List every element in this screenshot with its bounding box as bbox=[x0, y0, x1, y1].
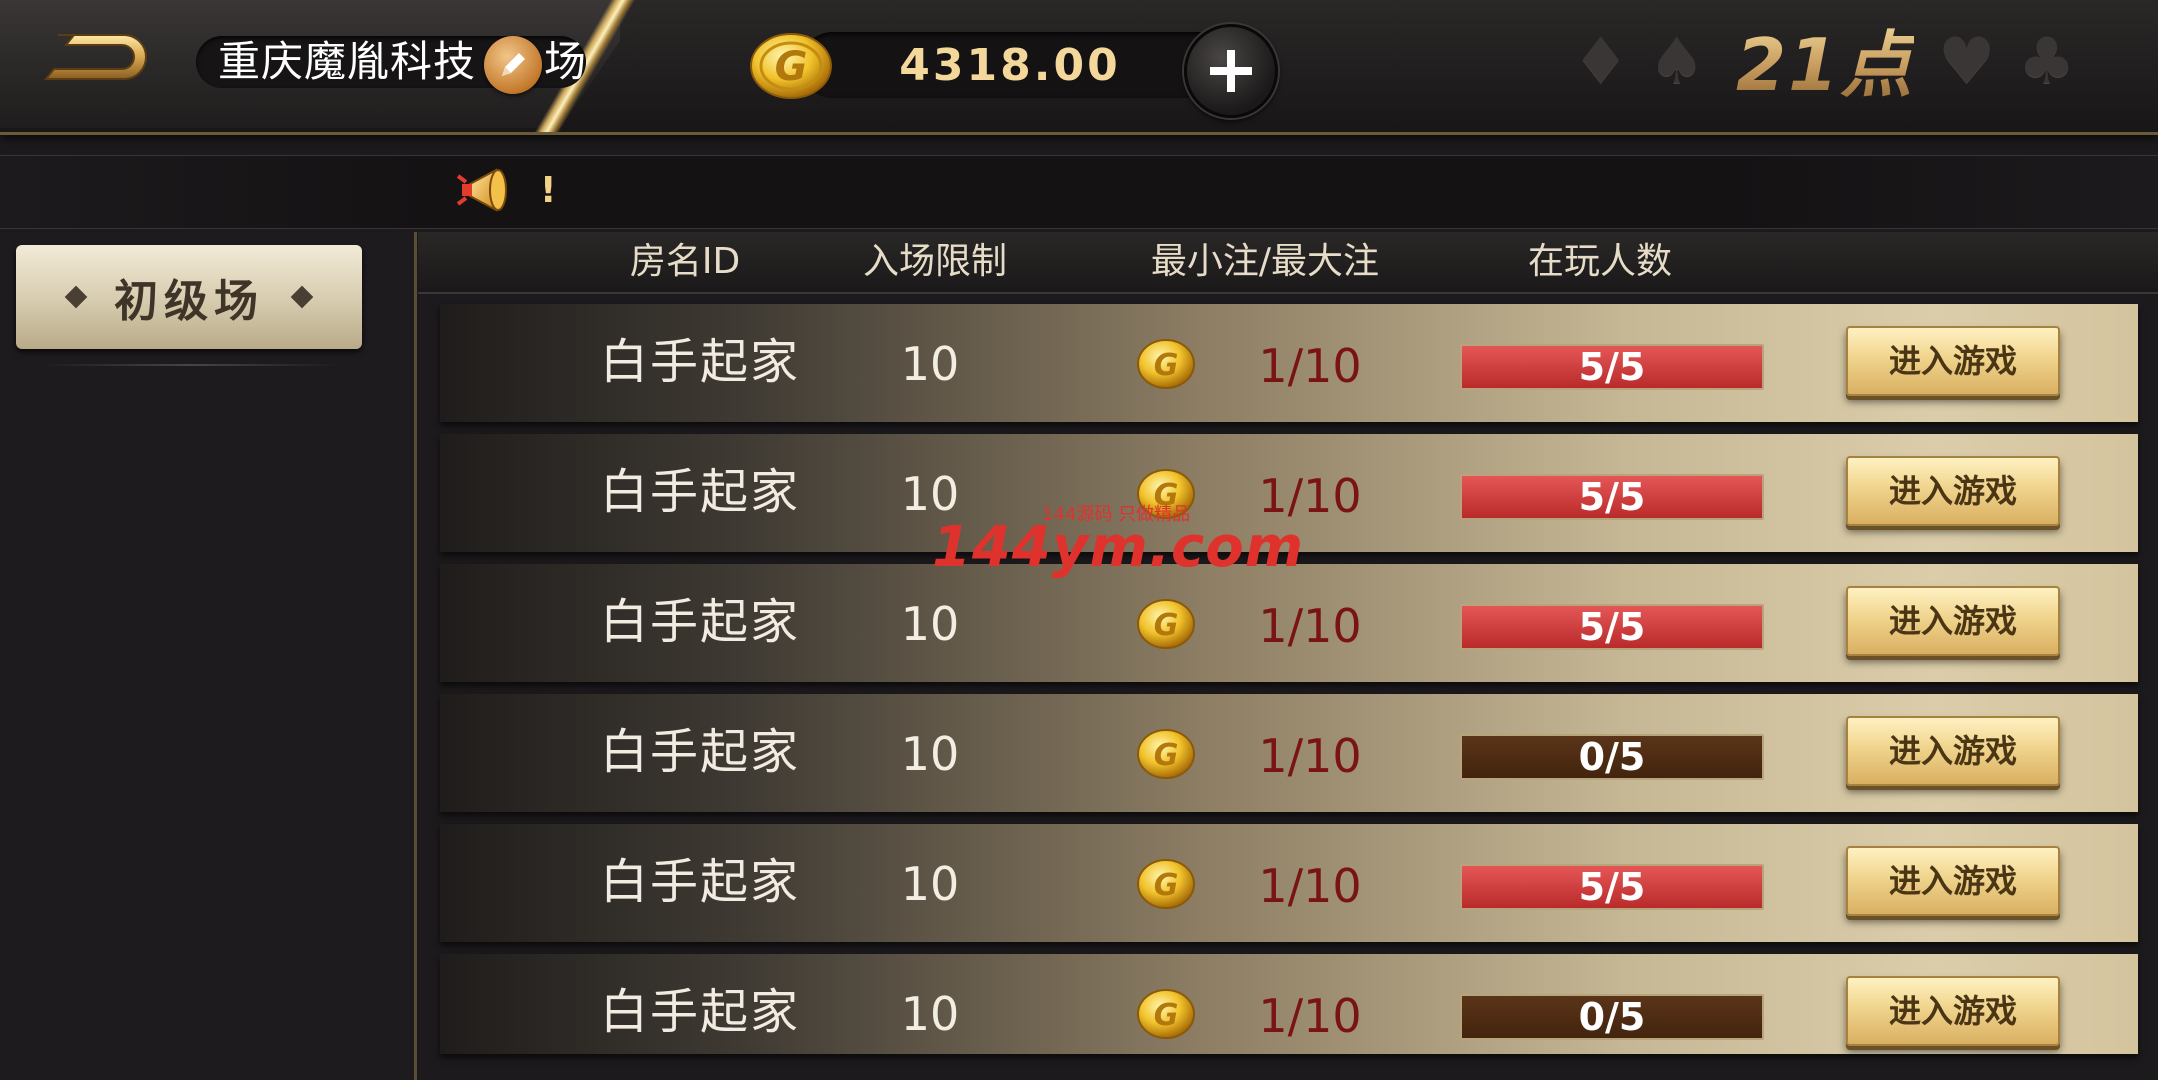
sidebar-divider bbox=[40, 364, 340, 366]
room-name: 白手起家 bbox=[599, 854, 800, 910]
table-row[interactable]: 白手起家 10 G 1/10 5/5 进入游戏 bbox=[440, 304, 2138, 422]
sidebar bbox=[0, 232, 417, 1080]
diamond-left-icon bbox=[64, 285, 88, 309]
notice-bar bbox=[0, 155, 2158, 229]
enter-game-button[interactable]: 进入游戏 bbox=[1846, 846, 2060, 916]
column-header-room-id: 房名ID bbox=[629, 241, 741, 282]
gold-coin-icon: G bbox=[1137, 859, 1195, 909]
watermark: 144ym.com bbox=[932, 515, 1305, 580]
bet-range: 1/10 bbox=[1258, 339, 1362, 393]
edit-pencil-icon bbox=[502, 53, 525, 76]
table-row[interactable]: 白手起家 10 G 1/10 5/5 进入游戏 bbox=[440, 824, 2138, 942]
svg-text:G: G bbox=[1154, 868, 1179, 903]
gold-coin-icon: G bbox=[1137, 339, 1195, 389]
entry-limit: 10 bbox=[900, 727, 960, 781]
table-row[interactable]: 白手起家 10 G 1/10 0/5 进入游戏 bbox=[440, 694, 2138, 812]
table-row[interactable]: 白手起家 10 G 1/10 0/5 进入游戏 bbox=[440, 954, 2138, 1054]
gold-coin-icon: G bbox=[1137, 989, 1195, 1039]
spade-suit-icon: ♠ bbox=[1648, 25, 1706, 99]
tier-beginner-button[interactable]: 初级场 bbox=[16, 245, 362, 349]
players-count: 5/5 bbox=[1460, 604, 1764, 650]
entry-limit: 10 bbox=[900, 597, 960, 651]
room-name-suffix: 场 bbox=[544, 37, 587, 86]
room-name-text: 重庆魔胤科技 bbox=[218, 37, 477, 86]
bet-range: 1/10 bbox=[1258, 599, 1362, 653]
back-arrow-icon bbox=[43, 34, 147, 80]
notice-text: ! bbox=[540, 170, 557, 211]
bet-range: 1/10 bbox=[1258, 859, 1362, 913]
gold-coin-icon: G bbox=[750, 33, 832, 99]
plus-icon bbox=[1210, 50, 1252, 92]
column-header-players: 在玩人数 bbox=[1527, 241, 1672, 282]
enter-game-button[interactable]: 进入游戏 bbox=[1846, 716, 2060, 786]
room-name: 白手起家 bbox=[599, 724, 800, 780]
svg-text:G: G bbox=[1154, 738, 1179, 773]
svg-text:G: G bbox=[775, 44, 808, 90]
edit-name-button[interactable] bbox=[484, 36, 542, 94]
table-row[interactable]: 白手起家 10 G 1/10 5/5 进入游戏 bbox=[440, 564, 2138, 682]
diamond-right-icon bbox=[290, 285, 314, 309]
entry-limit: 10 bbox=[900, 337, 960, 391]
club-suit-icon: ♣ bbox=[2018, 25, 2076, 99]
column-header-entry-limit: 入场限制 bbox=[862, 241, 1007, 282]
gold-coin-icon: G bbox=[1137, 729, 1195, 779]
watermark-subtext: 144源码 只做精品 bbox=[1042, 504, 1191, 525]
enter-game-button[interactable]: 进入游戏 bbox=[1846, 976, 2060, 1046]
enter-game-button[interactable]: 进入游戏 bbox=[1846, 586, 2060, 656]
svg-text:G: G bbox=[1154, 608, 1179, 643]
entry-limit: 10 bbox=[900, 857, 960, 911]
column-header-bet-range: 最小注/最大注 bbox=[1150, 241, 1380, 282]
room-name: 白手起家 bbox=[599, 464, 800, 520]
players-count: 5/5 bbox=[1460, 864, 1764, 910]
heart-suit-icon: ♥ bbox=[1938, 25, 1996, 99]
bet-range: 1/10 bbox=[1258, 989, 1362, 1043]
players-count: 5/5 bbox=[1460, 474, 1764, 520]
room-name: 白手起家 bbox=[599, 594, 800, 650]
svg-text:G: G bbox=[1154, 348, 1179, 383]
enter-game-button[interactable]: 进入游戏 bbox=[1846, 456, 2060, 526]
svg-text:G: G bbox=[1154, 998, 1179, 1033]
players-count: 0/5 bbox=[1460, 994, 1764, 1040]
entry-limit: 10 bbox=[900, 987, 960, 1041]
back-button[interactable] bbox=[36, 22, 156, 92]
players-count: 0/5 bbox=[1460, 734, 1764, 780]
bet-range: 1/10 bbox=[1258, 729, 1362, 783]
horn-speaker-icon bbox=[456, 168, 507, 212]
enter-game-button[interactable]: 进入游戏 bbox=[1846, 326, 2060, 396]
room-name: 白手起家 bbox=[599, 984, 800, 1040]
tier-label: 初级场 bbox=[114, 276, 264, 327]
coin-amount: 4318.00 bbox=[899, 40, 1121, 91]
gold-coin-icon: G bbox=[1137, 599, 1195, 649]
diamond-suit-icon: ♦ bbox=[1572, 25, 1630, 99]
players-count: 5/5 bbox=[1460, 344, 1764, 390]
add-coins-button[interactable] bbox=[1184, 24, 1278, 118]
room-name: 白手起家 bbox=[599, 334, 800, 390]
game-title: 21点 bbox=[1736, 20, 1914, 110]
